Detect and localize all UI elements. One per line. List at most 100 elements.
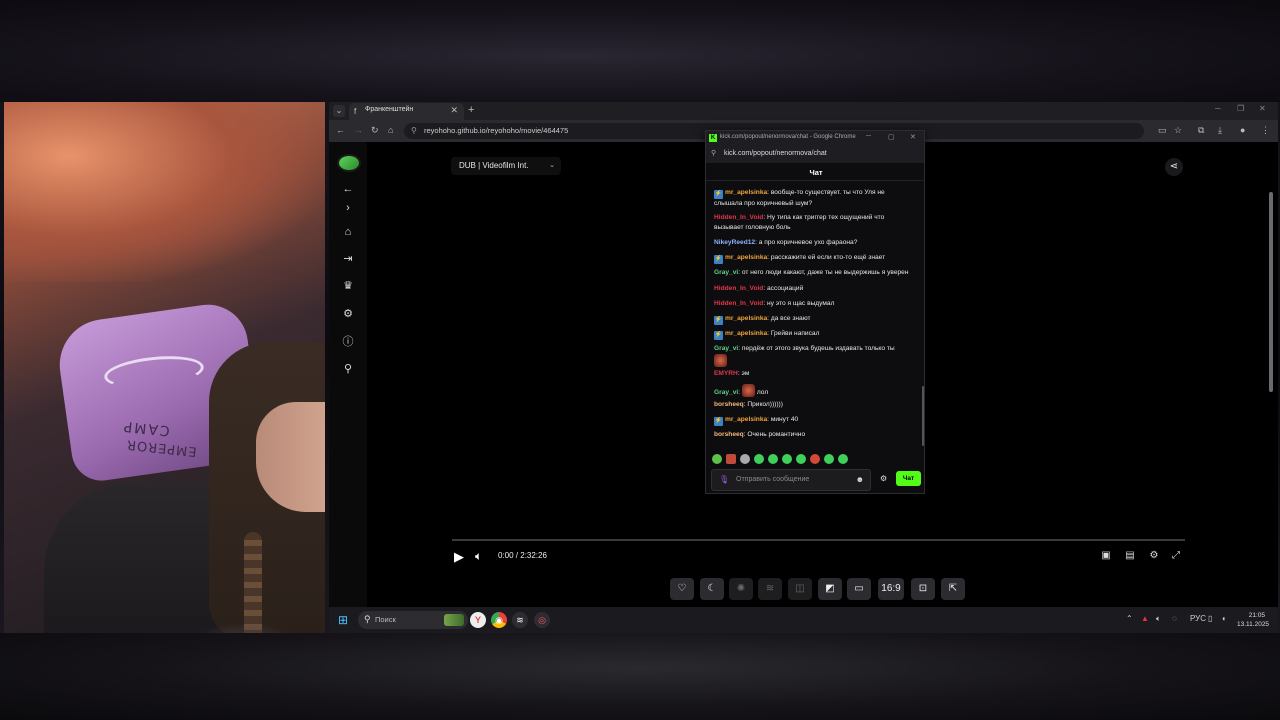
mini-player-button[interactable]: ▭ <box>847 578 871 600</box>
windows-start-icon[interactable]: ⊞ <box>338 614 350 626</box>
chat-username[interactable]: EMYRH <box>714 370 738 377</box>
new-tab-icon[interactable]: + <box>468 104 474 116</box>
chat-message-input[interactable]: 🎙︎ Отправить сообщение ☻ <box>711 469 871 491</box>
site-logo[interactable] <box>337 154 361 172</box>
sidebar-back-icon[interactable]: ← <box>341 182 355 196</box>
volume-icon[interactable]: 🔈︎ <box>475 549 482 564</box>
forward-icon[interactable]: → <box>354 125 363 135</box>
tray-sound-icon[interactable]: ◐ <box>1222 614 1227 623</box>
emote-kick4-icon[interactable] <box>796 454 806 464</box>
picture-in-picture-icon[interactable]: ▣ <box>1099 550 1113 562</box>
emote-kick3-icon[interactable] <box>782 454 792 464</box>
open-external-button[interactable]: ⇱ <box>941 578 965 600</box>
chat-username[interactable]: mr_apelsinka <box>725 416 767 423</box>
emote-kick-icon[interactable] <box>754 454 764 464</box>
yandex-browser-icon[interactable]: Y <box>470 612 486 628</box>
maximize-icon[interactable]: ❐ <box>1237 104 1244 113</box>
chat-message: Hidden_In_Void: ну это я щас выдумал <box>714 299 914 309</box>
app-notification-icon[interactable]: ◎ <box>534 612 550 628</box>
page-scrollbar[interactable] <box>1269 162 1273 592</box>
popup-minimize-icon[interactable]: ─ <box>866 133 871 140</box>
ambient-button[interactable]: ✺ <box>729 578 753 600</box>
chat-username[interactable]: Hidden_In_Void <box>714 285 763 292</box>
cast-icon[interactable]: ▭ <box>1158 125 1167 136</box>
scrollbar-thumb[interactable] <box>1269 192 1273 392</box>
bookmark-star-icon[interactable]: ☆ <box>1174 125 1182 136</box>
chat-username[interactable]: mr_apelsinka <box>725 330 767 337</box>
compare-button[interactable]: ◫ <box>788 578 812 600</box>
tab-title: Франкенштейн <box>365 106 414 113</box>
emote-kick2-icon[interactable] <box>768 454 778 464</box>
chat-username[interactable]: Gray_vi <box>714 389 738 396</box>
player-settings-icon[interactable]: ⚙ <box>1147 550 1161 562</box>
emote-kick6-icon[interactable] <box>838 454 848 464</box>
microphone-icon[interactable]: 🎙︎ <box>719 475 729 484</box>
taskbar-search-placeholder: Поиск <box>375 615 396 624</box>
download-icon[interactable]: ⤓ <box>1218 125 1222 136</box>
emote-red-icon[interactable] <box>810 454 820 464</box>
play-icon[interactable]: ▶ <box>454 549 464 565</box>
dark-mode-button[interactable]: ☾ <box>700 578 724 600</box>
tray-volume-icon[interactable]: 🔈︎ <box>1156 614 1161 624</box>
tray-network-icon[interactable]: ▯ <box>1208 614 1212 623</box>
back-icon[interactable]: ← <box>336 125 345 135</box>
chrome-icon[interactable]: ◉ <box>491 612 507 628</box>
emote-kick5-icon[interactable] <box>824 454 834 464</box>
chat-username[interactable]: borsheeq <box>714 401 744 408</box>
screenshot-button[interactable]: ⊡ <box>911 578 935 600</box>
audio-wave-button[interactable]: ≋ <box>758 578 782 600</box>
chat-username[interactable]: borsheeq <box>714 431 744 438</box>
home-icon[interactable]: ⌂ <box>388 125 393 135</box>
chat-username[interactable]: Hidden_In_Void <box>714 300 763 307</box>
share-icon[interactable]: ⋖ <box>1165 158 1183 176</box>
emote-frog-icon[interactable] <box>712 454 722 464</box>
profile-avatar-icon[interactable]: ● <box>1240 125 1245 135</box>
menu-kebab-icon[interactable]: ⋮ <box>1261 125 1270 136</box>
tray-overflow-icon[interactable]: ⌃ <box>1126 614 1133 623</box>
chat-username[interactable]: mr_apelsinka <box>725 315 767 322</box>
aspect-ratio-button[interactable]: 16:9 <box>878 578 904 600</box>
sidebar-search-icon[interactable]: ⚲ <box>341 362 355 376</box>
chat-username[interactable]: mr_apelsinka <box>725 254 767 261</box>
sidebar-settings-icon[interactable]: ⚙ <box>341 307 355 321</box>
app-stack-icon[interactable]: ≋ <box>512 612 528 628</box>
chat-send-button[interactable]: Чат <box>896 471 921 486</box>
chat-settings-icon[interactable]: ⚙ <box>880 474 887 483</box>
tray-app-icon[interactable]: ◌ <box>1172 614 1177 623</box>
taskbar-search[interactable]: ⚲ Поиск <box>358 611 468 629</box>
subtitles-icon[interactable]: ▤ <box>1123 550 1137 562</box>
chat-username[interactable]: Hidden_In_Void <box>714 214 763 221</box>
chat-username[interactable]: NikeyReed12 <box>714 239 755 246</box>
fullscreen-icon[interactable]: ⤢ <box>1169 550 1183 562</box>
emote-round-icon[interactable] <box>740 454 750 464</box>
site-info-icon[interactable]: ⚲ <box>411 126 417 135</box>
chat-username[interactable]: Gray_vi <box>714 269 738 276</box>
reload-icon[interactable]: ↻ <box>371 125 379 136</box>
chat-username[interactable]: mr_apelsinka <box>725 189 767 196</box>
sidebar-expand-icon[interactable]: › <box>341 201 355 215</box>
extensions-icon[interactable]: ⧉ <box>1198 125 1204 136</box>
emote-face-icon[interactable] <box>726 454 736 464</box>
favorite-heart-button[interactable]: ♡ <box>670 578 694 600</box>
sidebar-info-icon[interactable]: ⓘ <box>341 335 355 349</box>
minimize-icon[interactable]: ─ <box>1215 104 1221 113</box>
emoji-picker-icon[interactable]: ☻ <box>856 475 864 484</box>
dub-select[interactable]: DUB | Videofilm Int. ⌄ <box>451 157 561 175</box>
popup-maximize-icon[interactable]: ▢ <box>888 133 895 141</box>
player-progress-bar[interactable] <box>452 539 1185 541</box>
chat-username[interactable]: Gray_vi <box>714 345 738 352</box>
crop-button[interactable]: ◩ <box>818 578 842 600</box>
close-window-icon[interactable]: ✕ <box>1259 104 1266 113</box>
sidebar-login-icon[interactable]: ⇥ <box>341 252 355 266</box>
tray-alert-icon[interactable]: ▲ <box>1141 614 1149 623</box>
tray-language[interactable]: РУС <box>1190 614 1206 623</box>
taskbar-clock[interactable]: 21:05 13.11.2025 <box>1237 611 1269 629</box>
sidebar-home-icon[interactable]: ⌂ <box>341 225 355 239</box>
tab-search-dropdown-icon[interactable]: ⌄ <box>333 105 345 117</box>
chat-scrollbar[interactable] <box>922 386 924 446</box>
sidebar-trophy-icon[interactable]: ♛ <box>341 279 355 293</box>
site-info-icon[interactable]: ⚲ <box>711 149 716 157</box>
popup-close-icon[interactable]: ✕ <box>910 133 916 141</box>
tab-close-icon[interactable]: ✕ <box>450 105 458 116</box>
tab-active[interactable]: f Франкенштейн ✕ <box>349 103 464 120</box>
